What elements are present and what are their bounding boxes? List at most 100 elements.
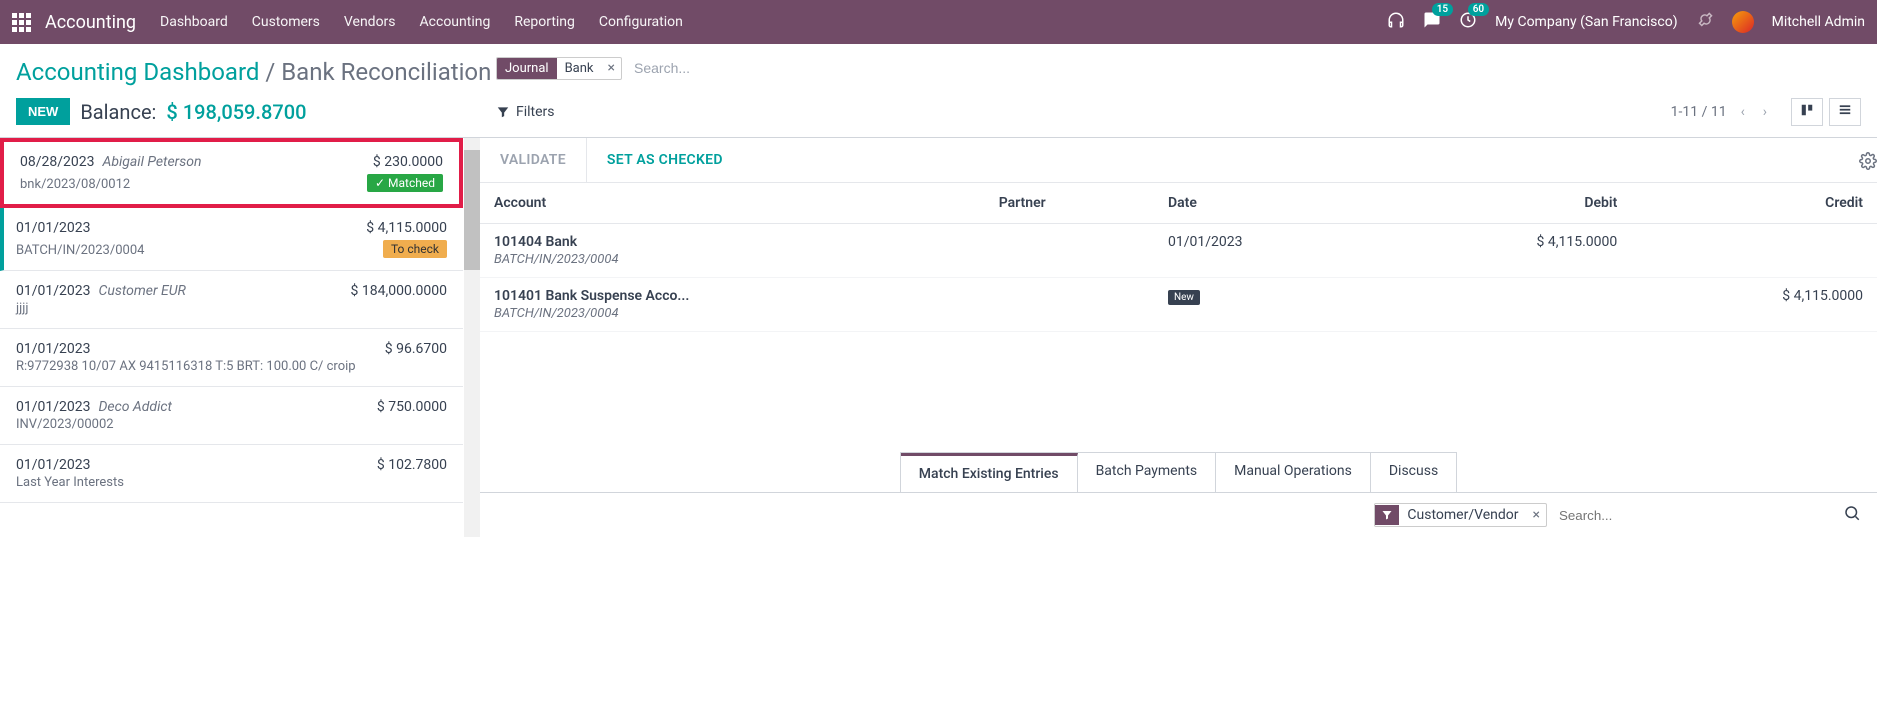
tx-amount: $ 4,115.0000	[366, 220, 447, 236]
pager-prev-icon[interactable]: ‹	[1737, 104, 1749, 120]
tx-amount: $ 102.7800	[377, 457, 447, 473]
bottom-search-input[interactable]	[1555, 504, 1835, 527]
company-selector[interactable]: My Company (San Francisco)	[1495, 14, 1677, 30]
tx-date: 01/01/2023	[16, 220, 91, 236]
status-tag: To check	[383, 240, 447, 258]
balance-label: Balance:	[80, 100, 156, 124]
bottom-facet-remove-icon[interactable]: ×	[1527, 507, 1546, 523]
transaction-item[interactable]: 01/01/2023 $ 96.6700 R:9772938 10/07 AX …	[0, 329, 463, 387]
nav-dashboard[interactable]: Dashboard	[160, 14, 228, 30]
table-row[interactable]: 101404 Bank BATCH/IN/2023/0004 01/01/2023…	[480, 224, 1877, 278]
transaction-item[interactable]: 01/01/2023Customer EUR $ 184,000.0000 jj…	[0, 271, 463, 329]
scrollbar[interactable]	[464, 138, 480, 537]
pager-count: 1-11 / 11	[1671, 104, 1727, 120]
col-partner[interactable]: Partner	[985, 183, 1154, 224]
avatar[interactable]	[1732, 11, 1754, 33]
col-date[interactable]: Date	[1154, 183, 1386, 224]
row-partner	[985, 224, 1154, 278]
reconcile-tabs: Match Existing Entries Batch Payments Ma…	[900, 452, 1457, 492]
validate-button[interactable]: VALIDATE	[480, 138, 587, 182]
gear-icon[interactable]	[1859, 152, 1877, 174]
row-date: 01/01/2023	[1154, 224, 1386, 278]
facet-remove-icon[interactable]: ×	[602, 60, 621, 76]
tab-match-existing[interactable]: Match Existing Entries	[901, 453, 1078, 492]
row-memo: BATCH/IN/2023/0004	[494, 306, 971, 321]
entries-table: Account Partner Date Debit Credit 101404…	[480, 183, 1877, 332]
search-input[interactable]	[630, 56, 1861, 80]
tx-ref: bnk/2023/08/0012	[20, 177, 130, 192]
tx-ref: BATCH/IN/2023/0004	[16, 243, 144, 258]
user-name[interactable]: Mitchell Admin	[1772, 14, 1865, 30]
tab-manual-operations[interactable]: Manual Operations	[1216, 453, 1371, 492]
transaction-item[interactable]: 01/01/2023 $ 102.7800 Last Year Interest…	[0, 445, 463, 503]
col-debit[interactable]: Debit	[1386, 183, 1632, 224]
tx-partner: Abigail Peterson	[103, 154, 202, 170]
table-row[interactable]: 101401 Bank Suspense Acco... BATCH/IN/202…	[480, 278, 1877, 332]
tx-amount: $ 184,000.0000	[351, 283, 447, 299]
row-date: New	[1154, 278, 1386, 332]
apps-icon[interactable]	[12, 13, 31, 32]
detail-panel: Journal Bank × Filters 1-11 / 11 ‹ ›	[480, 138, 1877, 537]
row-debit: $ 4,115.0000	[1386, 224, 1632, 278]
tab-discuss[interactable]: Discuss	[1371, 453, 1456, 492]
tx-partner: Customer EUR	[99, 283, 186, 299]
breadcrumb-root[interactable]: Accounting Dashboard	[16, 58, 259, 86]
transaction-item[interactable]: 01/01/2023 $ 4,115.0000 BATCH/IN/2023/00…	[0, 208, 463, 271]
transaction-list: 08/28/2023Abigail Peterson $ 230.0000 bn…	[0, 138, 480, 537]
col-account[interactable]: Account	[480, 183, 985, 224]
nav-configuration[interactable]: Configuration	[599, 14, 683, 30]
new-button[interactable]: NEW	[16, 98, 70, 125]
search-icon[interactable]	[1843, 504, 1861, 526]
messages-icon[interactable]: 15	[1423, 11, 1441, 33]
col-credit[interactable]: Credit	[1631, 183, 1877, 224]
tx-date: 01/01/2023	[16, 457, 91, 473]
tab-batch-payments[interactable]: Batch Payments	[1078, 453, 1217, 492]
status-tag: Matched	[367, 174, 443, 192]
search-facet: Journal Bank ×	[496, 57, 622, 80]
row-partner	[985, 278, 1154, 332]
support-icon[interactable]	[1387, 11, 1405, 33]
funnel-icon	[496, 105, 510, 119]
filters-button[interactable]: Filters	[496, 104, 555, 120]
balance-value: $ 198,059.8700	[166, 100, 306, 124]
nav-menu: Dashboard Customers Vendors Accounting R…	[160, 14, 1387, 30]
breadcrumb-sep: /	[265, 58, 275, 86]
new-badge: New	[1168, 290, 1200, 305]
tx-ref: INV/2023/00002	[16, 417, 114, 432]
tx-date: 01/01/2023	[16, 341, 91, 357]
row-account: 101404 Bank	[494, 234, 971, 250]
pager-next-icon[interactable]: ›	[1759, 104, 1771, 120]
tx-date: 01/01/2023	[16, 399, 91, 415]
tx-ref: jjjj	[16, 301, 28, 316]
tx-partner: Deco Addict	[99, 399, 172, 415]
row-account: 101401 Bank Suspense Acco...	[494, 288, 971, 304]
transaction-item[interactable]: 01/01/2023 Deco Addict $ 750.0000 INV/202…	[0, 387, 463, 445]
nav-vendors[interactable]: Vendors	[344, 14, 396, 30]
tx-date: 08/28/2023	[20, 154, 95, 170]
funnel-icon	[1375, 505, 1399, 525]
facet-value: Bank	[557, 58, 602, 79]
debug-icon[interactable]	[1696, 11, 1714, 33]
row-debit	[1386, 278, 1632, 332]
bottom-search-facet: Customer/Vendor ×	[1374, 503, 1547, 527]
tx-amount: $ 96.6700	[385, 341, 447, 357]
transaction-item[interactable]: 08/28/2023Abigail Peterson $ 230.0000 bn…	[0, 138, 463, 208]
tx-amount: $ 750.0000	[377, 399, 447, 415]
row-memo: BATCH/IN/2023/0004	[494, 252, 971, 267]
set-as-checked-button[interactable]: SET AS CHECKED	[587, 138, 743, 182]
tx-ref: R:9772938 10/07 AX 9415116318 T:5 BRT: 1…	[16, 359, 356, 374]
row-credit: $ 4,115.0000	[1631, 278, 1877, 332]
nav-accounting[interactable]: Accounting	[420, 14, 491, 30]
breadcrumb-current: Bank Reconciliation	[281, 58, 491, 86]
row-credit	[1631, 224, 1877, 278]
list-view-icon[interactable]	[1829, 98, 1861, 126]
nav-customers[interactable]: Customers	[252, 14, 320, 30]
top-nav: Accounting Dashboard Customers Vendors A…	[0, 0, 1877, 44]
activities-badge: 60	[1468, 3, 1489, 16]
nav-reporting[interactable]: Reporting	[514, 14, 575, 30]
activities-icon[interactable]: 60	[1459, 11, 1477, 33]
app-name: Accounting	[45, 12, 136, 33]
facet-label: Journal	[497, 58, 557, 79]
messages-badge: 15	[1432, 3, 1453, 16]
kanban-view-icon[interactable]	[1791, 98, 1823, 126]
